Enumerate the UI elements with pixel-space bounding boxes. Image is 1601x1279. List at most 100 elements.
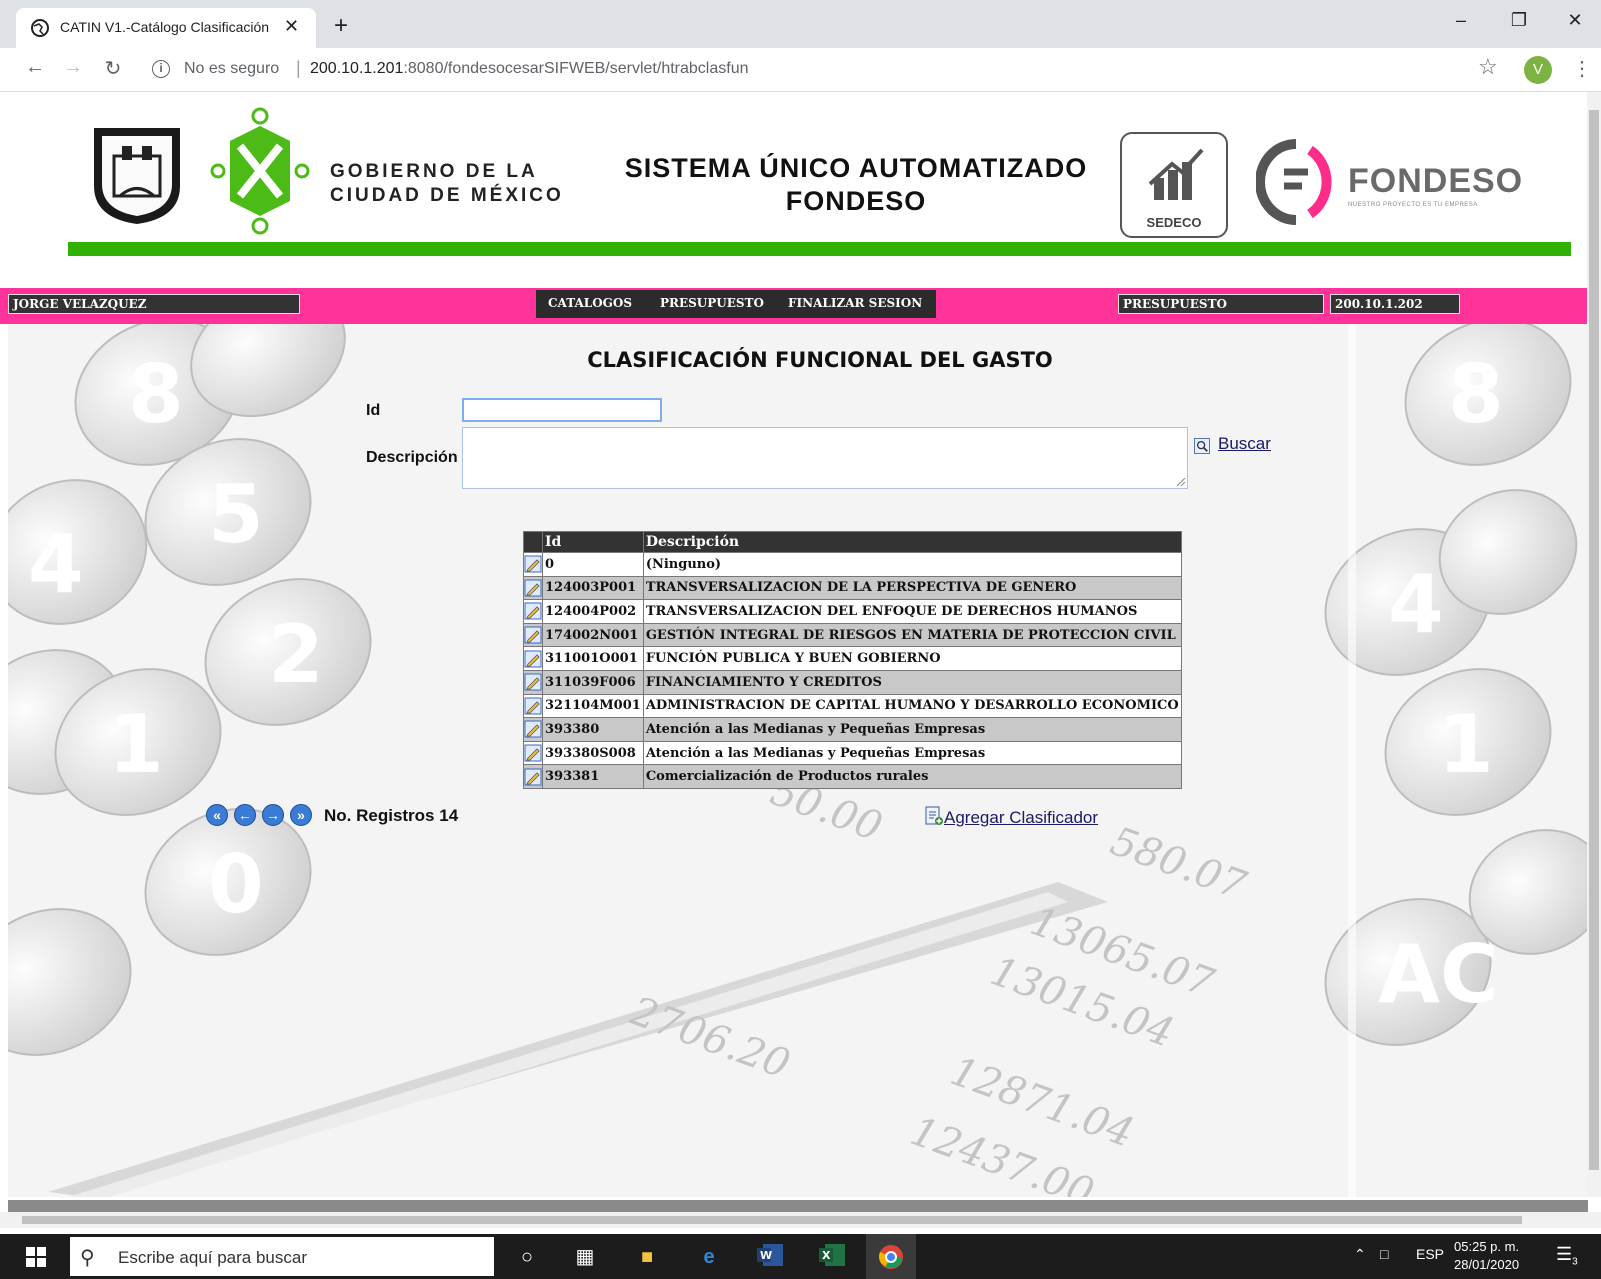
- row-id: 311001O001: [542, 646, 644, 671]
- edit-pencil-icon[interactable]: [524, 602, 542, 620]
- url-host: 200.10.1.201: [310, 60, 404, 77]
- browser-toolbar: ← → ↻ i No es seguro | 200.10.1.201:8080…: [0, 48, 1601, 92]
- user-name-field: JORGE VELAZQUEZ: [8, 294, 300, 314]
- chrome-taskbar-icon[interactable]: [866, 1234, 916, 1279]
- menu-presupuesto[interactable]: PRESUPUESTO: [660, 296, 764, 310]
- page-viewport: 8 5 4 2 1 0 8 4 1 AC 580.07 13065.07 130…: [0, 92, 1587, 1197]
- info-icon[interactable]: i: [152, 60, 170, 78]
- edit-pencil-icon[interactable]: [524, 626, 542, 644]
- table-row: 124004P002 TRANSVERSALIZACION DEL ENFOQUE…: [523, 599, 1182, 624]
- edit-pencil-icon[interactable]: [524, 744, 542, 762]
- edit-pencil-icon[interactable]: [524, 555, 542, 573]
- prev-page-icon[interactable]: ←: [234, 804, 256, 826]
- edit-pencil-icon[interactable]: [524, 579, 542, 597]
- edit-cell[interactable]: [523, 669, 543, 695]
- edit-pencil-icon[interactable]: [524, 697, 542, 715]
- row-id: 321104M001: [542, 693, 644, 719]
- tab-close-icon[interactable]: ✕: [284, 16, 299, 37]
- table-row: 311039F006 FINANCIAMIENTO Y CREDITOS: [523, 669, 1182, 695]
- edit-cell[interactable]: [523, 599, 543, 624]
- url-text: 200.10.1.201:8080/fondesocesarSIFWEB/ser…: [310, 60, 748, 78]
- record-count: No. Registros 14: [324, 806, 459, 825]
- security-status: No es seguro: [184, 60, 280, 77]
- fondeso-tagline: NUESTRO PROYECTO ES TU EMPRESA: [1348, 202, 1478, 208]
- menu-finalizar-sesion[interactable]: FINALIZAR SESION: [788, 296, 922, 310]
- row-description: FINANCIAMIENTO Y CREDITOS: [642, 669, 1182, 695]
- language-indicator[interactable]: ESP: [1416, 1246, 1444, 1262]
- resize-grip-icon[interactable]: [1176, 477, 1186, 487]
- first-page-icon[interactable]: «: [206, 804, 228, 826]
- browser-chrome: CATIN V1.-Catálogo Clasificación ✕ + – ❐…: [0, 0, 1601, 92]
- gov-line-2: CIUDAD DE MÉXICO: [330, 185, 564, 206]
- notifications-icon[interactable]: ☰3: [1556, 1244, 1578, 1268]
- module-field: PRESUPUESTO: [1118, 294, 1324, 314]
- table-header-row: Id Descripción: [523, 531, 1182, 553]
- forward-icon[interactable]: →: [60, 56, 86, 79]
- browser-tab[interactable]: CATIN V1.-Catálogo Clasificación ✕: [16, 8, 316, 48]
- row-description: FUNCIÓN PUBLICA Y BUEN GOBIERNO: [642, 646, 1182, 671]
- row-id: 124003P001: [542, 575, 644, 601]
- address-bar[interactable]: i No es seguro | 200.10.1.201:8080/fonde…: [140, 54, 1490, 86]
- edit-cell[interactable]: [523, 717, 543, 742]
- edge-icon[interactable]: e: [694, 1242, 724, 1272]
- edit-cell[interactable]: [523, 552, 543, 577]
- next-page-icon[interactable]: →: [262, 804, 284, 826]
- edit-cell[interactable]: [523, 575, 543, 601]
- profile-avatar[interactable]: V: [1524, 56, 1552, 84]
- url-path: :8080/fondesocesarSIFWEB/servlet/htrabcl…: [403, 60, 749, 77]
- row-description: GESTIÓN INTEGRAL DE RIESGOS EN MATERIA D…: [642, 622, 1182, 648]
- edit-pencil-icon[interactable]: [524, 650, 542, 668]
- horizontal-scrollbar[interactable]: [0, 1212, 1601, 1228]
- last-page-icon[interactable]: »: [290, 804, 312, 826]
- minimize-icon[interactable]: –: [1446, 10, 1476, 31]
- edit-cell[interactable]: [523, 646, 543, 671]
- reload-icon[interactable]: ↻: [100, 56, 126, 81]
- id-input[interactable]: [462, 398, 662, 422]
- edit-cell[interactable]: [523, 622, 543, 648]
- chart-arrow-icon: [1148, 148, 1204, 200]
- cortana-icon[interactable]: ○: [512, 1242, 542, 1272]
- notification-count: 3: [1572, 1256, 1578, 1268]
- edit-cell[interactable]: [523, 740, 543, 766]
- network-icon[interactable]: □: [1380, 1246, 1388, 1262]
- word-icon[interactable]: W: [756, 1242, 786, 1272]
- tab-title: CATIN V1.-Catálogo Clasificación: [60, 19, 270, 35]
- file-explorer-icon[interactable]: ■: [632, 1242, 662, 1272]
- edit-cell[interactable]: [523, 764, 543, 789]
- table-row: 393381 Comercialización de Productos rura…: [523, 764, 1182, 789]
- tray-chevron-icon[interactable]: ⌃: [1354, 1246, 1366, 1263]
- horizontal-scroll-thumb[interactable]: [22, 1216, 1522, 1224]
- ip-field: 200.10.1.202: [1330, 294, 1460, 314]
- add-classifier-link[interactable]: Agregar Clasificador: [944, 808, 1098, 828]
- svg-text:1: 1: [108, 698, 164, 791]
- task-view-icon[interactable]: ▦: [570, 1242, 600, 1272]
- search-icon: ⚲: [80, 1247, 95, 1269]
- menu-kebab-icon[interactable]: ⋮: [1572, 56, 1592, 81]
- row-id: 174002N001: [542, 622, 644, 648]
- new-tab-button[interactable]: +: [334, 12, 348, 40]
- row-id: 311039F006: [542, 669, 644, 695]
- taskbar-search[interactable]: ⚲ Escribe aquí para buscar: [70, 1237, 494, 1276]
- bookmark-star-icon[interactable]: ☆: [1478, 54, 1498, 80]
- svg-text:2: 2: [268, 608, 324, 701]
- vertical-scroll-thumb[interactable]: [1589, 110, 1599, 1170]
- edit-pencil-icon[interactable]: [524, 720, 542, 738]
- windows-start-icon[interactable]: [26, 1247, 46, 1267]
- search-link[interactable]: Buscar: [1218, 434, 1271, 454]
- edit-pencil-icon[interactable]: [524, 673, 542, 691]
- main-menu-bar: JORGE VELAZQUEZ CATALOGOS PRESUPUESTO FI…: [0, 288, 1587, 324]
- separator: |: [296, 58, 301, 78]
- edit-pencil-icon[interactable]: [524, 768, 542, 786]
- close-window-icon[interactable]: ✕: [1560, 10, 1590, 31]
- menu-catalogos[interactable]: CATALOGOS: [548, 296, 632, 310]
- taskbar-clock[interactable]: 05:25 p. m. 28/01/2020: [1454, 1238, 1519, 1274]
- svg-text:W: W: [760, 1249, 772, 1262]
- back-icon[interactable]: ←: [22, 56, 48, 79]
- vertical-scrollbar[interactable]: [1587, 92, 1601, 1197]
- excel-icon[interactable]: X: [818, 1242, 848, 1272]
- svg-text:1: 1: [1438, 698, 1494, 791]
- edit-cell[interactable]: [523, 693, 543, 719]
- restore-icon[interactable]: ❐: [1504, 10, 1534, 31]
- description-input[interactable]: [462, 427, 1188, 489]
- cdmx-logo: [210, 107, 310, 235]
